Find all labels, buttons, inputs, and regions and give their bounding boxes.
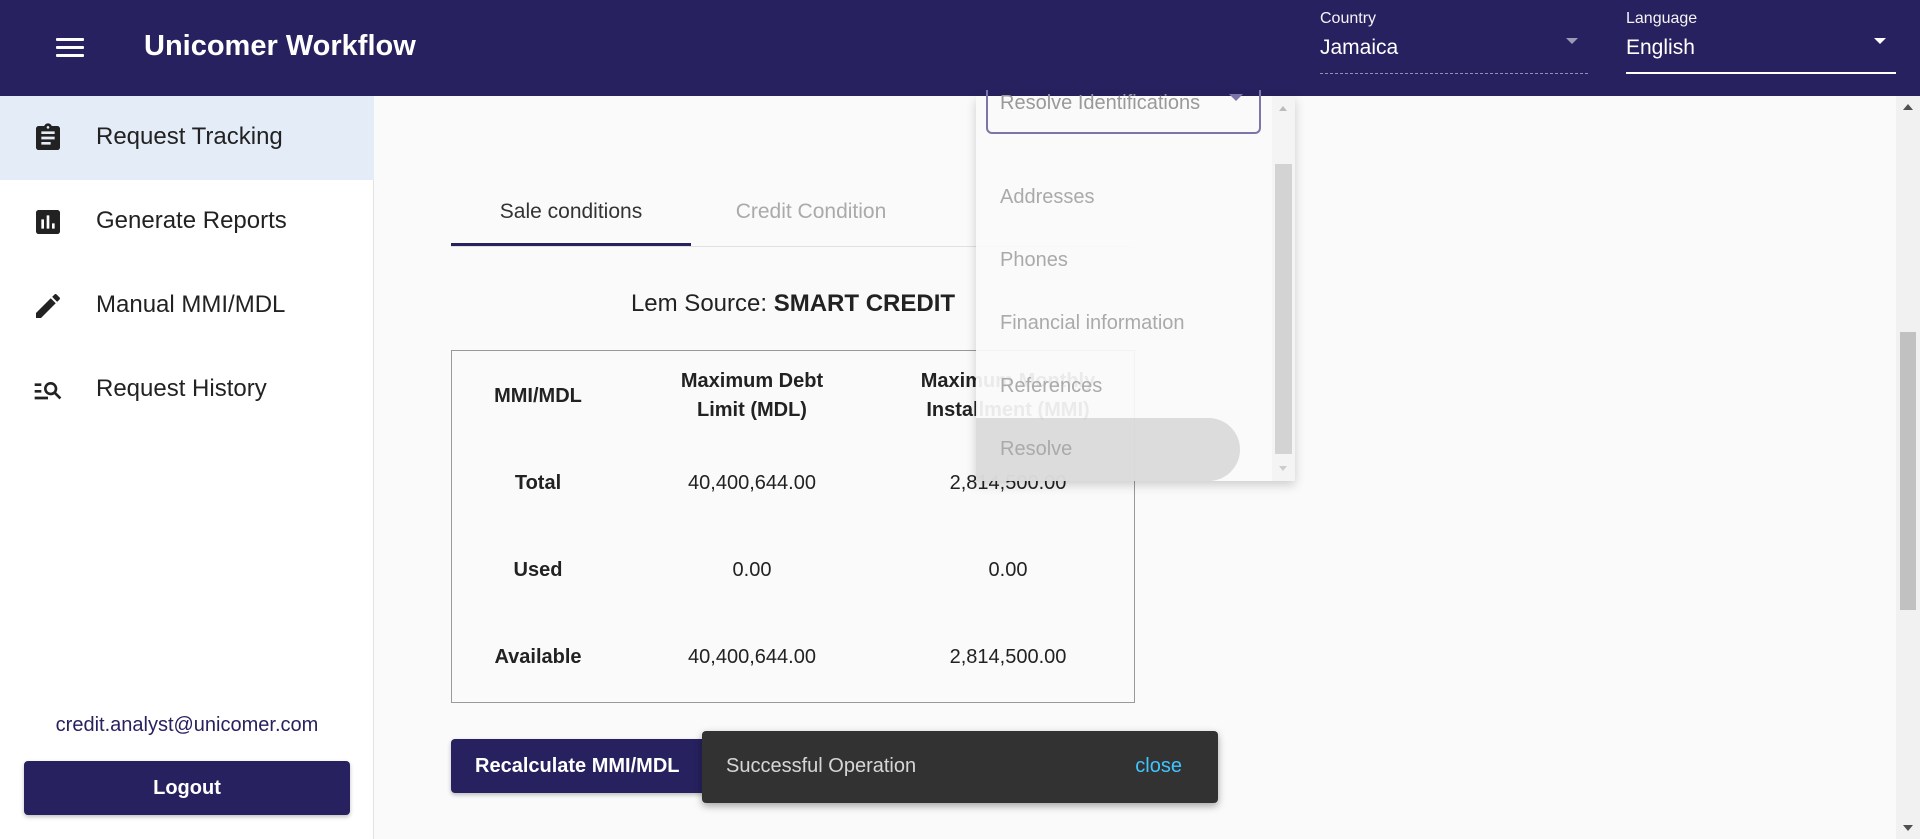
sidebar-item-generate-reports[interactable]: Generate Reports <box>0 180 374 264</box>
scroll-down-icon[interactable] <box>1279 466 1287 471</box>
clipboard-icon <box>36 123 60 150</box>
table-cell: 0.00 <box>988 559 1028 581</box>
scroll-down-icon[interactable] <box>1903 825 1913 831</box>
sidebar-item-label: Manual MMI/MDL <box>96 291 286 318</box>
table-header: MMI/MDL <box>494 385 582 407</box>
language-label: Language <box>1626 10 1698 27</box>
table-cell: 0.00 <box>732 559 772 581</box>
dropdown-option[interactable]: Phones <box>1000 249 1068 272</box>
scroll-up-icon[interactable] <box>1903 104 1913 110</box>
language-select[interactable]: Language English <box>1626 8 1896 74</box>
sidebar-item-label: Request History <box>96 375 267 402</box>
dropdown-option[interactable]: Resolve <box>1000 438 1072 461</box>
language-value: English <box>1626 36 1695 59</box>
dropdown-option[interactable]: References <box>1000 375 1102 398</box>
table-row-label: Total <box>514 472 562 494</box>
table-header: Maximum Debt Limit (MDL) <box>680 370 824 421</box>
lem-source-value: SMART CREDIT <box>773 290 956 317</box>
app-header: Unicomer Workflow Country Jamaica Langua… <box>0 0 1920 96</box>
table-cell: 40,400,644.00 <box>688 472 816 494</box>
sidebar-item-label: Request Tracking <box>96 123 283 150</box>
sidebar-item-label: Generate Reports <box>96 207 287 234</box>
country-select[interactable]: Country Jamaica <box>1320 8 1588 74</box>
pencil-icon <box>36 293 61 318</box>
app-title: Unicomer Workflow <box>144 30 416 62</box>
page-scrollbar[interactable] <box>1896 96 1920 839</box>
country-value: Jamaica <box>1320 36 1399 59</box>
tab-label: Sale conditions <box>499 200 643 223</box>
lem-source-label: Lem Source: <box>630 290 768 317</box>
recalculate-button[interactable]: Recalculate MMI/MDL <box>451 739 715 793</box>
table-cell: 2,814,500.00 <box>949 646 1067 668</box>
dropdown-scrollbar[interactable] <box>1272 96 1295 481</box>
status-select[interactable]: Resolve Identifications <box>986 90 1261 134</box>
table-row-label: Available <box>494 646 582 668</box>
chevron-down-icon <box>1566 38 1578 44</box>
list-search-icon <box>34 382 62 400</box>
bar-chart-icon <box>36 210 60 234</box>
chevron-down-icon <box>1874 38 1886 44</box>
scrollbar-thumb[interactable] <box>1275 164 1292 454</box>
sidebar-item-request-history[interactable]: Request History <box>0 348 374 432</box>
sidebar: Request Tracking Generate Reports Manual… <box>0 96 374 839</box>
table-cell: 40,400,644.00 <box>688 646 816 668</box>
status-select-value: Resolve Identifications <box>1000 92 1201 114</box>
logout-button[interactable]: Logout <box>24 761 350 815</box>
hamburger-menu-icon[interactable] <box>50 32 94 64</box>
snackbar: Successful Operation close <box>702 731 1218 803</box>
snackbar-message: Successful Operation <box>726 755 917 777</box>
tab-credit-condition[interactable]: Credit Condition <box>691 190 931 246</box>
chevron-down-icon <box>1229 94 1243 101</box>
status-dropdown-panel: Resolve Identifications Addresses Phones… <box>976 90 1295 481</box>
tab-label: Credit Condition <box>735 200 887 223</box>
country-label: Country <box>1320 10 1377 27</box>
sidebar-item-request-tracking[interactable]: Request Tracking <box>0 96 374 180</box>
table-row-label: Used <box>513 559 563 581</box>
snackbar-close-button[interactable]: close <box>1135 755 1182 778</box>
scroll-up-icon[interactable] <box>1279 106 1287 111</box>
scrollbar-thumb[interactable] <box>1900 332 1916 610</box>
dropdown-option[interactable]: Financial information <box>1000 312 1185 335</box>
sidebar-item-manual-mmi-mdl[interactable]: Manual MMI/MDL <box>0 264 374 348</box>
user-email: credit.analyst@unicomer.com <box>55 714 319 736</box>
dropdown-option[interactable]: Addresses <box>1000 186 1095 209</box>
tab-sale-conditions[interactable]: Sale conditions <box>451 190 691 246</box>
